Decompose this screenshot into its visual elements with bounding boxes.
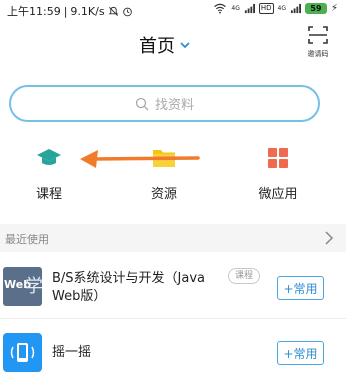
phone-shake-icon: [10, 343, 35, 362]
list-item-title: 摇一摇: [52, 345, 92, 360]
status-bar: 上午11:59 | 9.1K/s 4G HD 4G 59 ⚡: [0, 0, 346, 20]
list-item-title-line2: Web版）: [52, 289, 107, 304]
signal-icon: [244, 3, 255, 14]
list-item-title-line1: B/S系统设计与开发（Java: [52, 271, 206, 286]
page-title-dropdown[interactable]: 首页: [139, 32, 191, 58]
add-favorite-button[interactable]: +常用: [277, 341, 324, 365]
thumb-char: 学: [25, 276, 42, 297]
graduation-cap-icon: [37, 149, 61, 165]
divider: [0, 318, 346, 319]
bell-off-icon: [108, 6, 118, 16]
recent-section-title: 最近使用: [5, 233, 49, 246]
status-time: 上午11:59: [7, 5, 61, 18]
shake-thumbnail: [3, 333, 42, 372]
shortcut-micro-app-label: 微应用: [258, 187, 298, 202]
chevron-right-icon: [325, 231, 334, 245]
list-item[interactable]: Web 学 B/S系统设计与开发（Java Web版） 课程 +常用: [0, 266, 346, 314]
shortcut-micro-app[interactable]: 微应用: [248, 147, 308, 202]
alarm-clock-icon: [122, 7, 132, 16]
grid-apps-icon: [268, 148, 288, 168]
annotation-arrow-icon: [80, 150, 200, 168]
hd-badge: HD: [258, 3, 274, 14]
status-right: 4G HD 4G 59 ⚡: [213, 3, 338, 14]
page-title: 首页: [139, 36, 175, 57]
list-item[interactable]: 摇一摇 +常用: [0, 332, 346, 376]
network-type-1: 4G: [231, 5, 240, 12]
charging-icon: ⚡: [330, 3, 338, 14]
invite-code-label: 邀请码: [307, 50, 329, 58]
recent-section-header[interactable]: 最近使用: [0, 224, 346, 252]
search-icon: [135, 97, 149, 110]
shortcut-resource-label: 资源: [150, 187, 177, 202]
signal-icon-2: [290, 3, 301, 14]
wifi-icon: [214, 3, 227, 14]
network-type-2: 4G: [277, 5, 286, 12]
shortcut-course-label: 课程: [35, 187, 62, 202]
add-favorite-button[interactable]: +常用: [277, 276, 324, 300]
scan-icon: [308, 26, 328, 44]
search-placeholder: 找资料: [154, 98, 194, 113]
course-thumbnail: Web 学: [3, 267, 42, 306]
search-input[interactable]: 找资料: [9, 85, 320, 122]
course-tag-badge: 课程: [228, 268, 261, 284]
header: 首页 邀请码: [0, 22, 346, 66]
status-speed: 9.1K/s: [70, 4, 105, 18]
shortcut-course[interactable]: 课程: [19, 147, 79, 202]
battery-indicator: 59: [304, 3, 327, 14]
invite-code-button[interactable]: 邀请码: [304, 26, 332, 59]
chevron-down-icon: [180, 42, 190, 49]
status-left: 上午11:59 | 9.1K/s: [7, 3, 133, 19]
status-separator: |: [63, 4, 68, 18]
